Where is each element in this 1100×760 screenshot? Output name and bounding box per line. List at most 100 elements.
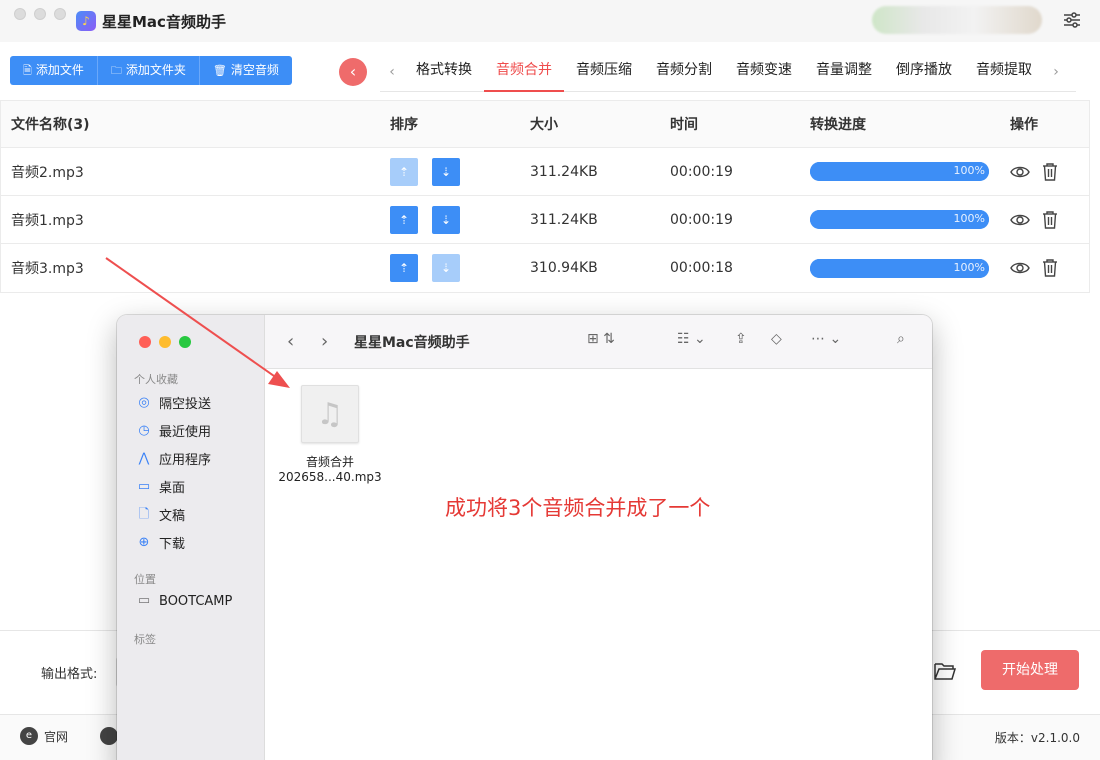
- title-bar: ♪ 星星Mac音频助手: [0, 0, 1100, 42]
- tabs-prev-arrow-icon[interactable]: ‹: [380, 64, 404, 80]
- header-size: 大小: [530, 117, 558, 133]
- move-down-button[interactable]: ⇣: [432, 157, 460, 186]
- move-up-button[interactable]: ⇡: [390, 254, 418, 282]
- file-item[interactable]: ♫ 音频合并 202658...40.mp3: [265, 369, 395, 494]
- table-row: 音频2.mp3 ⇡ ⇣ 311.24KB 00:00:19 100%: [1, 148, 1089, 196]
- add-folder-button[interactable]: 🗀 添加文件夹: [97, 56, 200, 85]
- locations-section-title: 位置: [134, 573, 156, 586]
- user-account-badge[interactable]: [872, 6, 1042, 34]
- chat-icon[interactable]: [100, 727, 118, 745]
- sidebar-item-downloads[interactable]: ⊕ 下载: [136, 533, 186, 553]
- preview-eye-icon[interactable]: [1010, 162, 1030, 182]
- progress-label: 100%: [953, 260, 985, 274]
- settings-sliders-icon[interactable]: [1062, 10, 1082, 30]
- sort-cell: ⇡ ⇣: [390, 254, 530, 282]
- group-by-icon[interactable]: ☷ ⌄: [677, 331, 706, 347]
- file-name-cell: 音频1.mp3: [11, 212, 84, 229]
- tab-reverse-play[interactable]: 倒序播放: [884, 52, 964, 92]
- music-file-icon: ♫: [301, 385, 359, 443]
- progress-bar: 100%: [810, 210, 989, 229]
- tab-audio-speed[interactable]: 音频变速: [724, 52, 804, 92]
- file-size-cell: 311.24KB: [530, 211, 598, 228]
- sidebar-item-airdrop[interactable]: ◎ 隔空投送: [136, 393, 211, 413]
- tab-audio-merge[interactable]: 音频合并: [484, 52, 564, 92]
- file-time-cell: 00:00:19: [670, 163, 733, 180]
- folder-icon: 🗀: [110, 64, 122, 77]
- table-header: 文件名称(3) 排序 大小 时间 转换进度 操作: [1, 101, 1089, 148]
- sidebar-item-label: BOOTCAMP: [159, 593, 233, 609]
- view-grid-icon[interactable]: ⊞ ⇅: [587, 331, 615, 347]
- back-chevron-icon[interactable]: ‹: [287, 331, 294, 352]
- delete-trash-icon[interactable]: [1040, 210, 1060, 230]
- app-title: 星星Mac音频助手: [102, 13, 226, 31]
- tab-format-convert[interactable]: 格式转换: [404, 52, 484, 92]
- minimize-window-button[interactable]: [34, 8, 46, 20]
- header-progress: 转换进度: [810, 117, 866, 133]
- finder-minimize-button[interactable]: [159, 336, 171, 348]
- finder-close-button[interactable]: [139, 336, 151, 348]
- preview-eye-icon[interactable]: [1010, 210, 1030, 230]
- finder-window-title: 星星Mac音频助手: [354, 335, 470, 351]
- file-size-cell: 311.24KB: [530, 163, 598, 180]
- sidebar-item-label: 下载: [159, 537, 186, 552]
- collapse-sidebar-button[interactable]: ‹: [339, 58, 367, 86]
- file-icon: 🗎: [23, 64, 32, 77]
- progress-bar: 100%: [810, 162, 989, 181]
- tab-audio-extract[interactable]: 音频提取: [964, 52, 1044, 92]
- finder-window: 个人收藏 ◎ 隔空投送 ◷ 最近使用 ⋀ 应用程序 ▭ 桌面 🗋 文稿 ⊕ 下载 位置 ▭ B…: [117, 315, 932, 760]
- tab-volume-adjust[interactable]: 音量调整: [804, 52, 884, 92]
- delete-trash-icon[interactable]: [1040, 162, 1060, 182]
- open-folder-icon[interactable]: [933, 660, 957, 682]
- ops-cell: [1010, 162, 1089, 182]
- progress-cell: 100%: [810, 162, 1010, 181]
- annotation-text: 成功将3个音频合并成了一个: [445, 496, 711, 520]
- move-up-button[interactable]: ⇡: [390, 205, 418, 234]
- finder-sidebar: 个人收藏 ◎ 隔空投送 ◷ 最近使用 ⋀ 应用程序 ▭ 桌面 🗋 文稿 ⊕ 下载 位置 ▭ B…: [117, 315, 265, 760]
- forward-chevron-icon[interactable]: ›: [321, 331, 328, 352]
- progress-cell: 100%: [810, 258, 1010, 278]
- tag-icon[interactable]: ◇: [771, 331, 782, 347]
- tabs-next-arrow-icon[interactable]: ›: [1044, 64, 1068, 80]
- tab-audio-compress[interactable]: 音频压缩: [564, 52, 644, 92]
- trash-icon: 🗑: [212, 64, 227, 77]
- file-time-cell: 00:00:19: [670, 211, 733, 228]
- sidebar-item-desktop[interactable]: ▭ 桌面: [136, 477, 185, 497]
- desktop-icon: ▭: [137, 478, 151, 494]
- file-action-buttons: 🗎 添加文件 🗀 添加文件夹 🗑 清空音频: [10, 56, 292, 85]
- move-up-button[interactable]: ⇡: [390, 157, 418, 186]
- sidebar-item-documents[interactable]: 🗋 文稿: [136, 505, 185, 525]
- finder-toolbar: ‹ › 星星Mac音频助手 ⊞ ⇅ ☷ ⌄ ⇪ ◇ ⋯ ⌄ ⌕: [265, 315, 932, 369]
- website-icon: e: [20, 727, 38, 745]
- file-time-cell: 00:00:18: [670, 260, 733, 276]
- preview-eye-icon[interactable]: [1010, 258, 1030, 278]
- move-down-button[interactable]: ⇣: [432, 205, 460, 234]
- sidebar-item-label: 最近使用: [159, 425, 212, 440]
- start-processing-button[interactable]: 开始处理: [981, 650, 1079, 690]
- finder-zoom-button[interactable]: [179, 336, 191, 348]
- clear-audio-label: 清空音频: [230, 63, 279, 77]
- finder-window-controls: [139, 336, 191, 348]
- add-file-button[interactable]: 🗎 添加文件: [10, 56, 98, 85]
- share-icon[interactable]: ⇪: [735, 331, 747, 347]
- close-window-button[interactable]: [14, 8, 26, 20]
- header-time: 时间: [670, 117, 698, 133]
- version-label: 版本：v2.1.0.0: [994, 731, 1080, 745]
- zoom-window-button[interactable]: [54, 8, 66, 20]
- disk-icon: ▭: [137, 593, 151, 608]
- sidebar-item-bootcamp[interactable]: ▭ BOOTCAMP: [136, 593, 233, 609]
- clear-audio-button[interactable]: 🗑 清空音频: [199, 56, 292, 85]
- progress-label: 100%: [953, 164, 985, 177]
- finder-content: ♫ 音频合并 202658...40.mp3: [265, 369, 932, 760]
- sidebar-item-applications[interactable]: ⋀ 应用程序: [136, 449, 212, 469]
- file-name-cell: 音频2.mp3: [11, 164, 84, 181]
- sidebar-item-label: 应用程序: [159, 453, 212, 468]
- file-name-line2: 202658...40.mp3: [278, 470, 382, 484]
- more-actions-icon[interactable]: ⋯ ⌄: [811, 331, 841, 347]
- table-row: 音频3.mp3 ⇡ ⇣ 310.94KB 00:00:18 100%: [1, 244, 1089, 292]
- search-icon[interactable]: ⌕: [897, 331, 905, 347]
- official-site-link[interactable]: e 官网: [20, 727, 68, 745]
- move-down-button[interactable]: ⇣: [432, 254, 460, 282]
- sidebar-item-recents[interactable]: ◷ 最近使用: [136, 421, 212, 441]
- tab-audio-split[interactable]: 音频分割: [644, 52, 724, 92]
- delete-trash-icon[interactable]: [1040, 258, 1060, 278]
